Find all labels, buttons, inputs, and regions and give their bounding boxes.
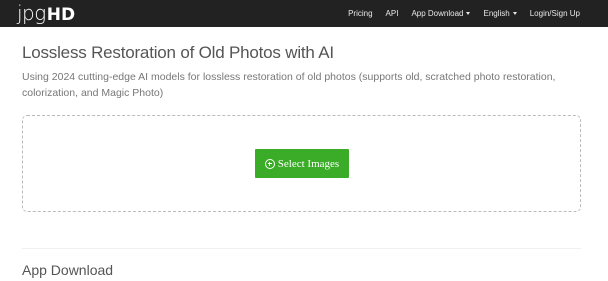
caret-down-icon bbox=[466, 12, 471, 15]
select-images-button[interactable]: Select Images bbox=[255, 149, 349, 178]
logo-bold-text: HD bbox=[46, 5, 76, 25]
plus-circle-icon bbox=[264, 158, 275, 169]
nav-login-signup[interactable]: Login/Sign Up bbox=[530, 9, 580, 18]
select-images-label: Select Images bbox=[277, 157, 340, 170]
nav-app-download-label: App Download bbox=[411, 9, 464, 18]
page-title: Lossless Restoration of Old Photos with … bbox=[22, 43, 334, 62]
nav-api[interactable]: API bbox=[386, 9, 399, 18]
section-divider bbox=[22, 248, 581, 249]
caret-down-icon bbox=[512, 12, 517, 15]
nav-api-label: API bbox=[385, 9, 399, 18]
app-download-heading: App Download bbox=[22, 262, 114, 278]
nav-language[interactable]: English bbox=[483, 9, 517, 18]
page-subtitle: Using 2024 cutting-edge AI models for lo… bbox=[22, 71, 556, 99]
logo-light-text: jpg bbox=[17, 1, 46, 25]
nav-pricing-label: Pricing bbox=[348, 9, 373, 18]
nav-links: Pricing API App Download English Login/S… bbox=[335, 0, 580, 27]
top-navbar: jpg HD Pricing API App Download English … bbox=[0, 0, 608, 27]
nav-language-label: English bbox=[483, 9, 510, 18]
nav-pricing[interactable]: Pricing bbox=[348, 9, 372, 18]
nav-app-download[interactable]: App Download bbox=[411, 9, 471, 18]
nav-login-label: Login/Sign Up bbox=[529, 9, 580, 18]
brand-logo[interactable]: jpg HD bbox=[17, 1, 75, 26]
